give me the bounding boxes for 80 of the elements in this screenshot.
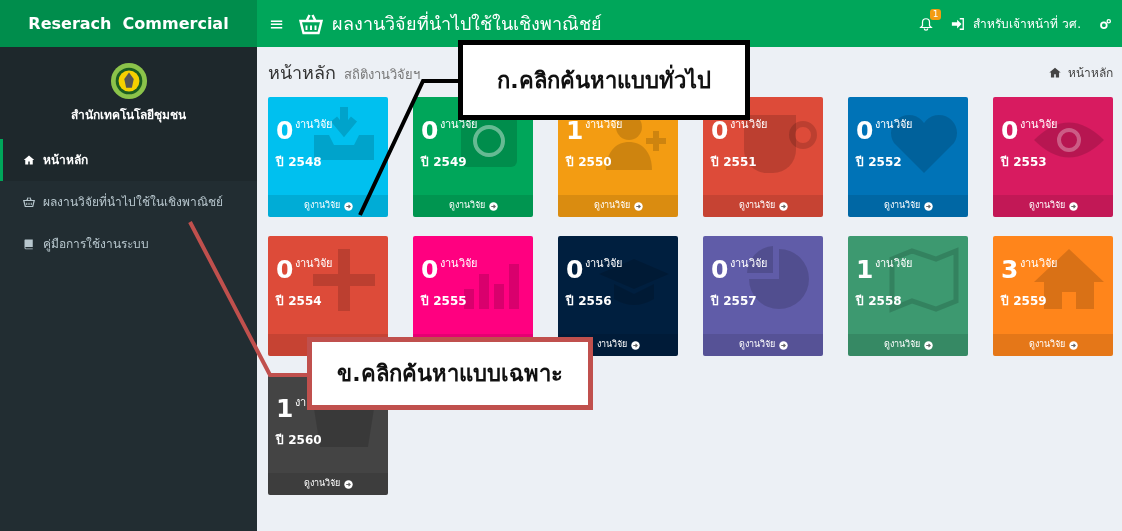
tile-label: งานวิจัย bbox=[730, 118, 768, 132]
tile-label: งานวิจัย bbox=[295, 257, 333, 271]
page-header-title: ผลงานวิจัยที่นำไปใช้ในเชิงพาณิชย์ bbox=[332, 10, 603, 36]
view-research-link[interactable]: ดูงานวิจัย bbox=[1028, 199, 1078, 213]
tile-count: 1 bbox=[856, 257, 874, 282]
login-link[interactable]: สำหรับเจ้าหน้าที่ วศ. bbox=[951, 14, 1081, 33]
book-icon bbox=[23, 238, 35, 250]
tile-count: 0 bbox=[276, 257, 294, 282]
tile-count: 1 bbox=[566, 118, 584, 143]
tile-count: 1 bbox=[276, 396, 294, 421]
callout-box: ก.คลิกค้นหาแบบทั่วไป bbox=[458, 40, 750, 120]
home-icon bbox=[23, 154, 35, 166]
arrow-circle-icon bbox=[1068, 340, 1078, 350]
tile-label: งานวิจัย bbox=[1020, 257, 1058, 271]
arrow-circle-icon bbox=[343, 479, 353, 489]
arrow-circle-icon bbox=[343, 201, 353, 211]
tile-label: งานวิจัย bbox=[295, 118, 333, 132]
tile-label: งานวิจัย bbox=[875, 257, 913, 271]
tile-year: ปี 2554 bbox=[276, 293, 322, 310]
tile-label: งา bbox=[295, 396, 307, 410]
tile-year: ปี 2552 bbox=[856, 154, 902, 171]
arrow-circle-icon bbox=[923, 340, 933, 350]
sign-in-icon bbox=[951, 16, 966, 31]
notification-count: 1 bbox=[929, 8, 942, 21]
tile-year: ปี 2550 bbox=[566, 154, 612, 171]
tile-year: ปี 2553 bbox=[1001, 154, 1047, 171]
view-research-link[interactable]: ดูงานวิจัย bbox=[738, 338, 788, 352]
brand-title: Reserach Commercial bbox=[0, 0, 257, 47]
tile-count: 0 bbox=[711, 118, 729, 143]
tile-count: 0 bbox=[421, 257, 439, 282]
bell-icon bbox=[919, 16, 934, 31]
sidebar-item[interactable]: ผลงานวิจัยที่นำไปใช้ในเชิงพาณิชย์ bbox=[0, 181, 257, 223]
tile-year: ปี 2549 bbox=[421, 154, 467, 171]
tile-count: 3 bbox=[1001, 257, 1019, 282]
arrow-circle-icon bbox=[1068, 201, 1078, 211]
page-title: หน้าหลัก bbox=[268, 61, 336, 85]
tile-count: 0 bbox=[421, 118, 439, 143]
basket-icon bbox=[298, 11, 325, 36]
emblem-logo bbox=[109, 62, 148, 100]
page-subtitle: สถิติงานวิจัยฯ bbox=[344, 66, 420, 84]
arrow-circle-icon bbox=[778, 340, 788, 350]
arrow-circle-icon bbox=[778, 201, 788, 211]
view-research-link[interactable]: ดูงานวิจัย bbox=[1028, 338, 1078, 352]
tile-label: งานวิจัย bbox=[730, 257, 768, 271]
breadcrumb-link[interactable]: หน้าหลัก bbox=[1048, 63, 1113, 82]
arrow-circle-icon bbox=[630, 340, 640, 350]
sidebar-item[interactable]: คู่มือการใช้งานระบบ bbox=[0, 223, 257, 265]
tile-year: ปี 2548 bbox=[276, 154, 322, 171]
tile-label: งานวิจัย bbox=[585, 257, 623, 271]
view-research-link[interactable]: ดูงานวิจัย bbox=[303, 477, 353, 491]
arrow-circle-icon bbox=[488, 201, 498, 211]
tile-year: ปี 2555 bbox=[421, 293, 467, 310]
tile-count: 0 bbox=[711, 257, 729, 282]
tile-count: 0 bbox=[1001, 118, 1019, 143]
tile-count: 0 bbox=[566, 257, 584, 282]
view-research-link[interactable]: งานวิจัย bbox=[596, 338, 640, 352]
tile-year: ปี 2558 bbox=[856, 293, 902, 310]
tile-year: ปี 2557 bbox=[711, 293, 757, 310]
arrow-circle-icon bbox=[923, 201, 933, 211]
view-research-link[interactable]: ดูงานวิจัย bbox=[883, 199, 933, 213]
tile-year: ปี 2560 bbox=[276, 432, 322, 449]
callout-box: ข.คลิกค้นหาแบบเฉพาะ bbox=[307, 337, 593, 410]
menu-toggle[interactable]: ≡ bbox=[269, 10, 285, 37]
tile-count: 0 bbox=[856, 118, 874, 143]
org-name: สำนักเทคโนโลยีชุมชน bbox=[71, 107, 186, 124]
tile-count: 0 bbox=[276, 118, 294, 143]
basket-icon bbox=[23, 196, 35, 208]
home-icon bbox=[1048, 66, 1062, 79]
tile-label: งานวิจัย bbox=[875, 118, 913, 132]
view-research-link[interactable]: ดูงานวิจัย bbox=[738, 199, 788, 213]
tile-year: ปี 2556 bbox=[566, 293, 612, 310]
tile-label: งานวิจัย bbox=[1020, 118, 1058, 132]
tile-year: ปี 2551 bbox=[711, 154, 757, 171]
arrow-circle-icon bbox=[633, 201, 643, 211]
tile-label: งานวิจัย bbox=[440, 257, 478, 271]
sidebar-item[interactable]: หน้าหลัก bbox=[0, 139, 257, 181]
view-research-link[interactable]: ดูงานวิจัย bbox=[448, 199, 498, 213]
notification-button[interactable] bbox=[919, 16, 934, 31]
tile-year: ปี 2559 bbox=[1001, 293, 1047, 310]
view-research-link[interactable]: ดูงานวิจัย bbox=[883, 338, 933, 352]
